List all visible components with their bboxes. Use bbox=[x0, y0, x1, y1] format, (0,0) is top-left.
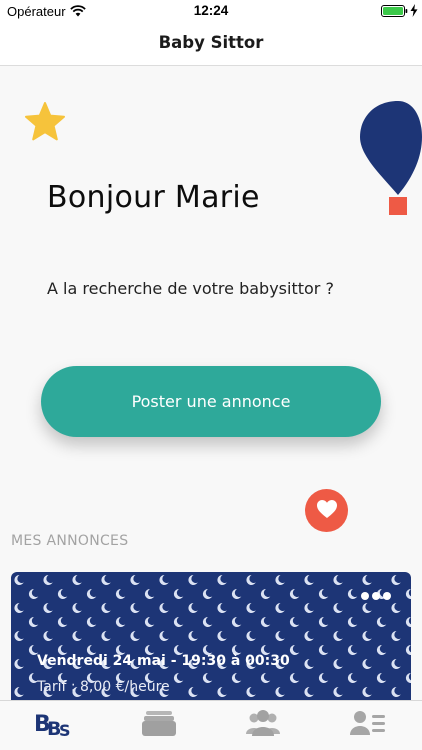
charging-icon bbox=[410, 4, 418, 20]
balloon-icon bbox=[358, 100, 422, 222]
app-screen: Opérateur 12:24 Baby Sittor Bonjour Mari… bbox=[0, 0, 422, 750]
post-announcement-label: Poster une annonce bbox=[131, 392, 291, 411]
svg-text:S: S bbox=[59, 721, 71, 738]
nav-bar: Baby Sittor bbox=[0, 22, 422, 66]
nav-title: Baby Sittor bbox=[158, 33, 264, 52]
tab-profile[interactable] bbox=[350, 708, 386, 742]
battery-icon bbox=[381, 5, 408, 20]
home-logo-icon: B B S bbox=[34, 712, 71, 740]
search-prompt-text: A la recherche de votre babysittor ? bbox=[47, 279, 334, 298]
profile-list-icon bbox=[350, 711, 385, 735]
star-icon bbox=[24, 102, 66, 146]
cards-icon bbox=[142, 711, 176, 736]
my-announcements-heading: MES ANNONCES bbox=[11, 533, 129, 549]
community-icon bbox=[246, 710, 280, 736]
status-time: 12:24 bbox=[193, 3, 229, 18]
announcement-rate: Tarif : 8,00 €/heure bbox=[37, 679, 170, 695]
status-bar: Opérateur 12:24 bbox=[0, 0, 422, 22]
more-dot bbox=[372, 592, 380, 600]
tab-bar: B B S bbox=[0, 700, 422, 750]
more-dot bbox=[361, 592, 369, 600]
announcement-card[interactable]: Vendredi 24 mai - 19:30 à 00:30 Tarif : … bbox=[11, 572, 411, 712]
tab-home[interactable]: B B S bbox=[34, 708, 74, 742]
post-announcement-button[interactable]: Poster une annonce bbox=[41, 366, 381, 437]
more-dot bbox=[383, 592, 391, 600]
more-options-icon[interactable] bbox=[361, 592, 391, 600]
tab-cards[interactable] bbox=[142, 708, 176, 742]
tab-community[interactable] bbox=[245, 708, 281, 742]
announcement-date: Vendredi 24 mai - 19:30 à 00:30 bbox=[37, 653, 290, 669]
greeting-heading: Bonjour Marie bbox=[47, 180, 260, 215]
favorite-button[interactable] bbox=[305, 489, 348, 532]
heart-icon bbox=[316, 499, 338, 523]
